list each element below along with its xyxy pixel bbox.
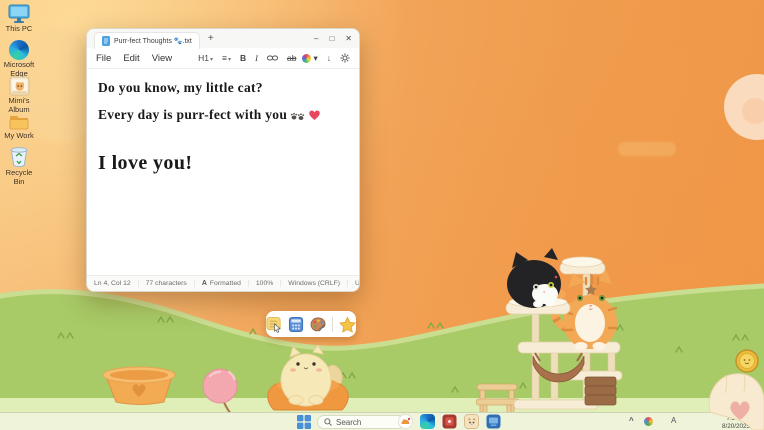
- list-dropdown[interactable]: ≡▾: [222, 53, 231, 63]
- notepad-menubar: File Edit View H1▾ ≡▾ B I ab ▾ ↓: [87, 48, 359, 69]
- tray-language-indicator[interactable]: A: [671, 417, 676, 425]
- dock-star-button[interactable]: [339, 316, 356, 333]
- italic-button[interactable]: I: [255, 53, 258, 63]
- taskbar-app-cream[interactable]: [464, 414, 479, 429]
- chevron-down-icon: ▾: [228, 57, 231, 63]
- bold-button[interactable]: B: [240, 53, 246, 63]
- search-icon: [324, 418, 332, 426]
- black-cat[interactable]: [507, 248, 561, 308]
- menu-file[interactable]: File: [96, 53, 111, 64]
- formatted-badge: A Formatted: [195, 280, 249, 287]
- dock-notes-button[interactable]: [266, 316, 282, 333]
- desktop-icon-this-pc[interactable]: This PC: [2, 3, 36, 34]
- link-icon[interactable]: [267, 54, 278, 62]
- taskbar: Search ^: [0, 412, 764, 430]
- tray-color-app-icon[interactable]: [644, 417, 653, 426]
- desktop-icon-album[interactable]: Mimi's Album: [2, 76, 36, 114]
- character-count: 77 characters: [139, 280, 195, 287]
- taskbar-app-cat[interactable]: [398, 414, 413, 429]
- letter-a-icon: A: [202, 280, 207, 287]
- start-button[interactable]: [297, 415, 311, 429]
- close-button[interactable]: ✕: [345, 34, 352, 43]
- editor-area[interactable]: Do you know, my little cat? Every day is…: [87, 69, 359, 275]
- text-line-3: I love you!: [98, 152, 348, 175]
- desktop-icon-my-work[interactable]: My Work: [2, 112, 36, 141]
- notepad-statusbar: Ln 4, Col 12 77 characters A Formatted 1…: [87, 275, 359, 291]
- chevron-down-icon: ▾: [313, 53, 317, 64]
- encoding: UTF-8: [348, 280, 360, 287]
- edge-logo-icon: [9, 40, 29, 60]
- taskbar-app-blue[interactable]: [486, 414, 501, 429]
- menu-edit[interactable]: Edit: [123, 53, 139, 64]
- line-ending: Windows (CRLF): [281, 280, 348, 287]
- desktop-icon-label: Recycle Bin: [2, 169, 36, 186]
- zoom-level: 100%: [249, 280, 281, 287]
- pet-dock: [266, 311, 356, 337]
- search-label: Search: [336, 418, 361, 427]
- notepad-file-icon: [102, 36, 110, 46]
- tower-steps: [585, 377, 616, 405]
- paw-prints-icon: [290, 109, 305, 121]
- search-box[interactable]: Search: [317, 415, 405, 429]
- maximize-button[interactable]: □: [329, 34, 334, 43]
- desktop: This PC Microsoft Edge Mimi's Album My W…: [0, 0, 764, 430]
- settings-gear-icon[interactable]: [340, 53, 350, 63]
- menu-view[interactable]: View: [152, 53, 172, 64]
- minimize-button[interactable]: –: [314, 34, 318, 43]
- notepad-titlebar: Purr-fect Thoughts 🐾.txt + – □ ✕: [87, 29, 359, 48]
- dock-divider: [332, 317, 333, 332]
- recycle-bin-icon: [9, 146, 29, 168]
- file-tab[interactable]: Purr-fect Thoughts 🐾.txt: [94, 32, 200, 49]
- tray-expand-chevron[interactable]: ^: [629, 417, 634, 425]
- text-line-2: Every day is purr-fect with you: [98, 101, 348, 128]
- notepad-window: Purr-fect Thoughts 🐾.txt + – □ ✕ File Ed…: [86, 28, 360, 292]
- heart-icon: [308, 109, 321, 121]
- cat-tower: [488, 230, 648, 428]
- paw-overlay: [706, 368, 764, 430]
- cat-photo-icon: [9, 76, 30, 96]
- tab-title: Purr-fect Thoughts 🐾.txt: [114, 37, 192, 45]
- desktop-icon-recycle-bin[interactable]: Recycle Bin: [2, 146, 36, 186]
- cloud-icon: [618, 142, 676, 156]
- folder-icon: [8, 112, 30, 131]
- dock-calculator-button[interactable]: [288, 316, 304, 333]
- desktop-icon-label: This PC: [6, 25, 33, 34]
- cloud-icon: [742, 98, 764, 124]
- dock-palette-button[interactable]: [310, 316, 326, 333]
- desktop-icon-label: My Work: [4, 132, 33, 141]
- new-tab-button[interactable]: +: [205, 33, 217, 44]
- chevron-down-icon: ▾: [210, 57, 213, 63]
- clear-format-button[interactable]: ab: [287, 53, 296, 63]
- desktop-icon-edge[interactable]: Microsoft Edge: [2, 40, 36, 78]
- taskbar-app-edge[interactable]: [420, 414, 435, 429]
- heading-dropdown[interactable]: H1▾: [198, 53, 213, 63]
- color-wheel-icon: [302, 54, 311, 63]
- fat-cat[interactable]: [262, 342, 354, 412]
- text-line-1: Do you know, my little cat?: [98, 74, 348, 101]
- download-button[interactable]: ↓: [327, 53, 331, 63]
- this-pc-monitor-icon: [8, 3, 30, 24]
- cursor-position: Ln 4, Col 12: [87, 280, 139, 287]
- pet-food-bowl: [98, 364, 180, 408]
- taskbar-app-red[interactable]: [442, 414, 457, 429]
- theme-color-button[interactable]: ▾: [302, 53, 317, 64]
